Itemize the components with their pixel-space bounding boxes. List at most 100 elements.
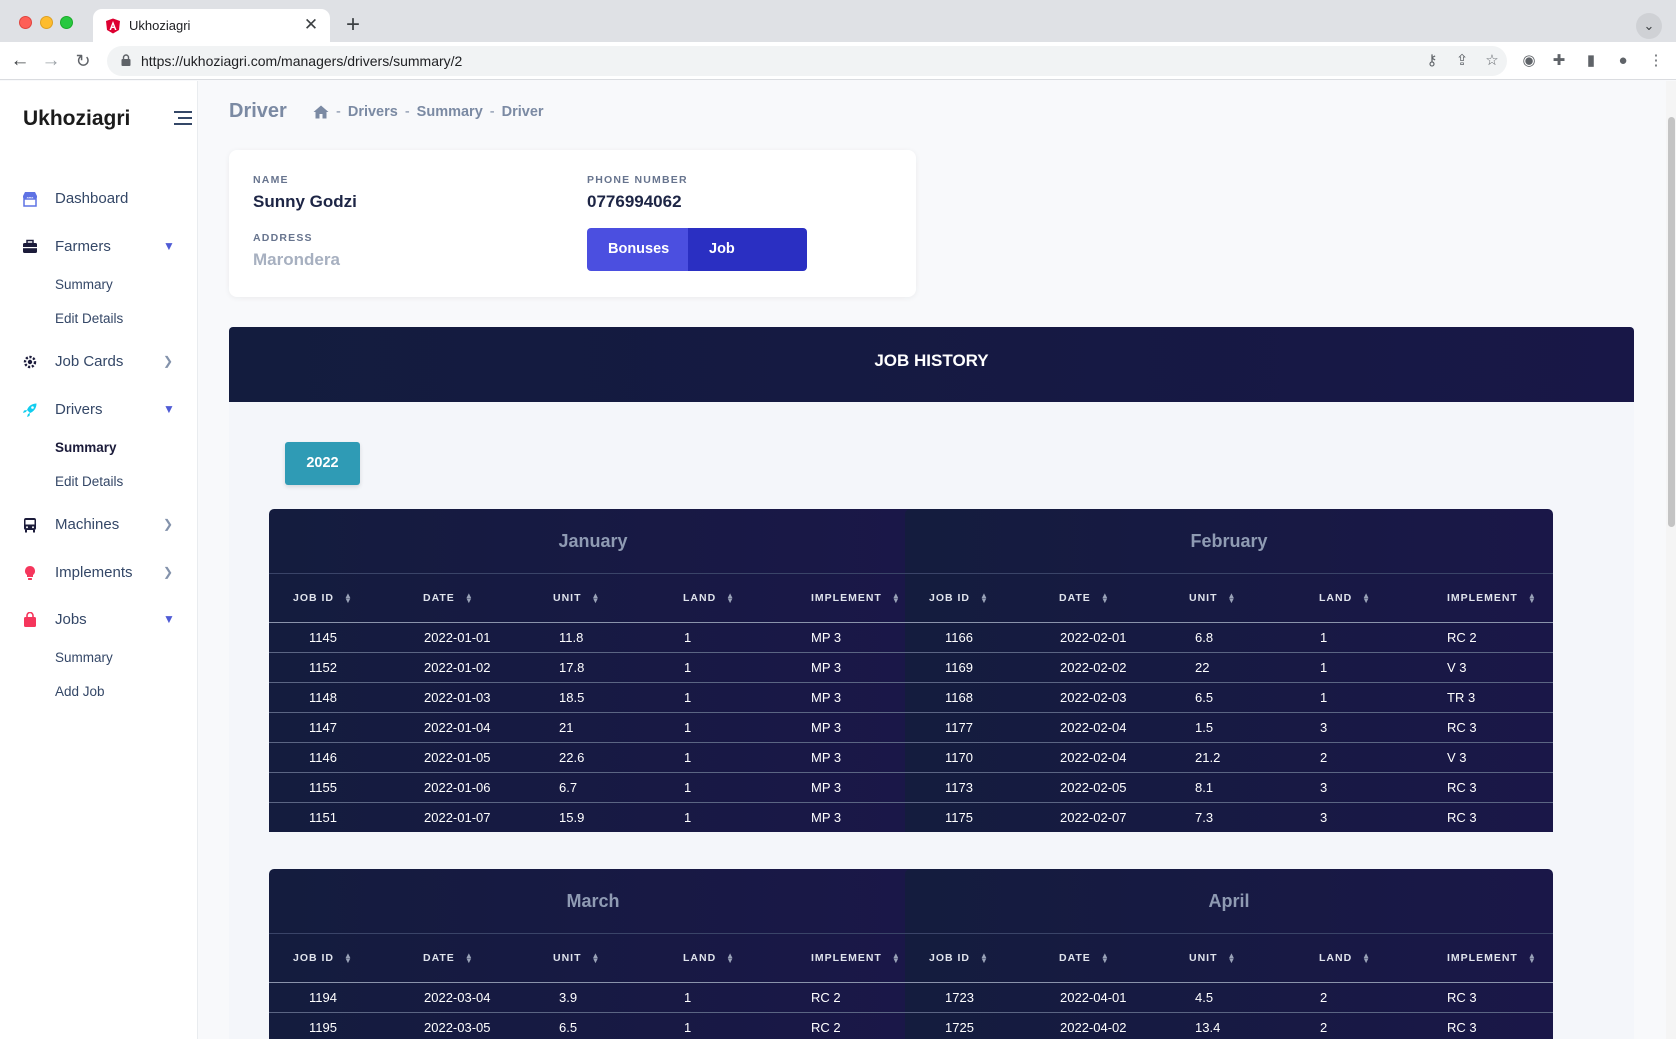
sort-icon[interactable]: ▲ ▼: [1362, 591, 1371, 604]
back-arrow-icon[interactable]: ←: [7, 48, 33, 74]
side-panel-icon[interactable]: ▮: [1580, 50, 1602, 72]
browser-tab[interactable]: Ukhoziagri ✕: [93, 9, 330, 42]
sidebar-toggle-icon[interactable]: [174, 111, 192, 125]
column-header[interactable]: JOB ID ▲ ▼: [269, 934, 399, 983]
column-header[interactable]: LAND ▲ ▼: [1295, 934, 1423, 983]
column-header[interactable]: IMPLEMENT ▲ ▼: [787, 574, 917, 623]
column-header[interactable]: UNIT ▲ ▼: [1165, 574, 1295, 623]
sort-icon[interactable]: ▲ ▼: [1528, 591, 1537, 604]
sort-icon[interactable]: ▲ ▼: [1228, 951, 1237, 964]
sidebar-subitem-drivers-summary[interactable]: Summary: [55, 440, 117, 455]
year-2022-button[interactable]: 2022: [285, 442, 360, 485]
sidebar-item-drivers[interactable]: Drivers ▼: [0, 394, 198, 426]
column-header[interactable]: LAND ▲ ▼: [1295, 574, 1423, 623]
sidebar-item-dashboard[interactable]: Dashboard: [0, 183, 198, 215]
column-header[interactable]: DATE ▲ ▼: [399, 934, 529, 983]
column-header[interactable]: IMPLEMENT ▲ ▼: [1423, 934, 1553, 983]
sidebar-subitem-farmers-summary[interactable]: Summary: [55, 277, 113, 292]
column-header[interactable]: IMPLEMENT ▲ ▼: [787, 934, 917, 983]
sidebar-item-job-cards[interactable]: Job Cards ❯: [0, 346, 198, 378]
sort-icon[interactable]: ▲ ▼: [980, 591, 989, 604]
column-header[interactable]: JOB ID ▲ ▼: [905, 574, 1035, 623]
column-header[interactable]: LAND ▲ ▼: [659, 574, 787, 623]
column-header[interactable]: JOB ID ▲ ▼: [269, 574, 399, 623]
table-row[interactable]: 1173 2022-02-05 8.1 3 RC 3: [905, 772, 1553, 803]
sort-icon[interactable]: ▲ ▼: [1362, 951, 1371, 964]
table-row[interactable]: 1146 2022-01-05 22.6 1 MP 3: [269, 742, 917, 773]
table-row[interactable]: 1155 2022-01-06 6.7 1 MP 3: [269, 772, 917, 803]
sidebar-subitem-jobs-summary[interactable]: Summary: [55, 650, 113, 665]
column-header[interactable]: DATE ▲ ▼: [1035, 574, 1165, 623]
bookmark-star-icon[interactable]: ☆: [1481, 50, 1503, 72]
column-header[interactable]: UNIT ▲ ▼: [529, 934, 659, 983]
window-maximize-button[interactable]: [60, 16, 73, 29]
sidebar-item-machines[interactable]: Machines ❯: [0, 509, 198, 541]
column-header[interactable]: LAND ▲ ▼: [659, 934, 787, 983]
sort-icon[interactable]: ▲ ▼: [1528, 951, 1537, 964]
table-row[interactable]: 1195 2022-03-05 6.5 1 RC 2: [269, 1012, 917, 1039]
table-row[interactable]: 1723 2022-04-01 4.5 2 RC 3: [905, 982, 1553, 1013]
sort-icon[interactable]: ▲ ▼: [892, 591, 901, 604]
sort-icon[interactable]: ▲ ▼: [344, 951, 353, 964]
column-header[interactable]: DATE ▲ ▼: [1035, 934, 1165, 983]
sidebar-item-jobs[interactable]: Jobs ▼: [0, 604, 198, 636]
sort-icon[interactable]: ▲ ▼: [1101, 591, 1110, 604]
sidebar-item-implements[interactable]: Implements ❯: [0, 557, 198, 589]
table-row[interactable]: 1194 2022-03-04 3.9 1 RC 2: [269, 982, 917, 1013]
table-row[interactable]: 1145 2022-01-01 11.8 1 MP 3: [269, 622, 917, 653]
sort-icon[interactable]: ▲ ▼: [726, 591, 735, 604]
column-header[interactable]: DATE ▲ ▼: [399, 574, 529, 623]
table-row[interactable]: 1166 2022-02-01 6.8 1 RC 2: [905, 622, 1553, 653]
sort-icon[interactable]: ▲ ▼: [592, 951, 601, 964]
sort-icon[interactable]: ▲ ▼: [726, 951, 735, 964]
page-scrollbar[interactable]: [1666, 81, 1676, 1039]
sort-icon[interactable]: ▲ ▼: [465, 951, 474, 964]
address-bar[interactable]: https://ukhoziagri.com/managers/drivers/…: [107, 46, 1507, 76]
window-minimize-button[interactable]: [40, 16, 53, 29]
sort-icon[interactable]: ▲ ▼: [344, 591, 353, 604]
profile-avatar-icon[interactable]: ●: [1612, 50, 1634, 72]
key-icon[interactable]: ⚷: [1421, 50, 1443, 72]
sidebar-subitem-jobs-add-job[interactable]: Add Job: [55, 684, 105, 699]
column-header[interactable]: JOB ID ▲ ▼: [905, 934, 1035, 983]
breadcrumb-drivers[interactable]: Drivers: [348, 104, 398, 120]
home-icon[interactable]: [313, 105, 329, 119]
sort-icon[interactable]: ▲ ▼: [1228, 591, 1237, 604]
column-header[interactable]: IMPLEMENT ▲ ▼: [1423, 574, 1553, 623]
table-row[interactable]: 1168 2022-02-03 6.5 1 TR 3: [905, 682, 1553, 713]
new-tab-button[interactable]: +: [340, 13, 366, 39]
extension-g-icon[interactable]: ◉: [1518, 50, 1540, 72]
table-row[interactable]: 1151 2022-01-07 15.9 1 MP 3: [269, 802, 917, 832]
sort-icon[interactable]: ▲ ▼: [465, 591, 474, 604]
column-header[interactable]: UNIT ▲ ▼: [529, 574, 659, 623]
sidebar-subitem-drivers-edit-details[interactable]: Edit Details: [55, 474, 123, 489]
url-text[interactable]: https://ukhoziagri.com/managers/drivers/…: [141, 53, 462, 69]
sort-icon[interactable]: ▲ ▼: [980, 951, 989, 964]
table-row[interactable]: 1170 2022-02-04 21.2 2 V 3: [905, 742, 1553, 773]
sidebar-subitem-farmers-edit-details[interactable]: Edit Details: [55, 311, 123, 326]
share-icon[interactable]: ⇪: [1451, 50, 1473, 72]
table-row[interactable]: 1147 2022-01-04 21 1 MP 3: [269, 712, 917, 743]
brand-logo[interactable]: Ukhoziagri: [23, 107, 130, 131]
sort-icon[interactable]: ▲ ▼: [892, 951, 901, 964]
job-history-button[interactable]: Job History: [688, 228, 807, 271]
browser-menu-icon[interactable]: ⋮: [1645, 50, 1667, 72]
table-row[interactable]: 1169 2022-02-02 22 1 V 3: [905, 652, 1553, 683]
sort-icon[interactable]: ▲ ▼: [1101, 951, 1110, 964]
table-row[interactable]: 1725 2022-04-02 13.4 2 RC 3: [905, 1012, 1553, 1039]
window-close-button[interactable]: [19, 16, 32, 29]
scrollbar-thumb[interactable]: [1668, 117, 1675, 527]
table-row[interactable]: 1175 2022-02-07 7.3 3 RC 3: [905, 802, 1553, 832]
sort-icon[interactable]: ▲ ▼: [592, 591, 601, 604]
sidebar-item-farmers[interactable]: Farmers ▼: [0, 231, 198, 263]
puzzle-extensions-icon[interactable]: ✚: [1548, 50, 1570, 72]
forward-arrow-icon[interactable]: →: [38, 48, 64, 74]
table-row[interactable]: 1152 2022-01-02 17.8 1 MP 3: [269, 652, 917, 683]
bonuses-button[interactable]: Bonuses: [587, 228, 688, 271]
tab-close-icon[interactable]: ✕: [302, 15, 320, 35]
tab-search-button[interactable]: ⌄: [1636, 13, 1662, 39]
breadcrumb-summary[interactable]: Summary: [417, 104, 483, 120]
table-row[interactable]: 1148 2022-01-03 18.5 1 MP 3: [269, 682, 917, 713]
table-row[interactable]: 1177 2022-02-04 1.5 3 RC 3: [905, 712, 1553, 743]
column-header[interactable]: UNIT ▲ ▼: [1165, 934, 1295, 983]
